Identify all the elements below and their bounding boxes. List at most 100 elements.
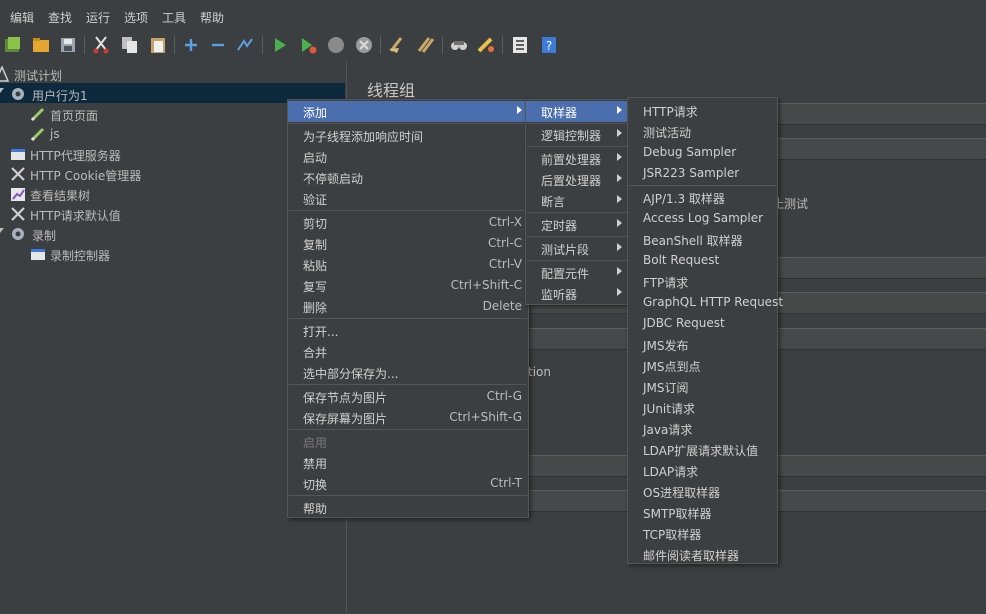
submenu-item-logic-controller[interactable]: 逻辑控制器 [526,124,628,145]
menu-item-copy[interactable]: 复制 Ctrl-C [288,233,528,254]
menu-item-add-think-times[interactable]: 为子线程添加响应时间 [288,125,528,146]
menu-item-add[interactable]: 添加 [288,101,528,122]
sampler-ldap-request[interactable]: LDAP请求 [628,460,777,481]
start-no-pause-icon[interactable] [298,35,318,55]
sampler-ajp-13[interactable]: AJP/1.3 取样器 [628,187,777,208]
menu-item-start[interactable]: 启动 [288,146,528,167]
sampler-graphql-http-request[interactable]: GraphQL HTTP Request [628,292,783,313]
sampler-java-request[interactable]: Java请求 [628,418,777,439]
menu-tools[interactable]: 工具 [162,9,186,26]
sampler-ftp-request[interactable]: FTP请求 [628,271,777,292]
menu-separator [629,185,776,186]
sampler-mail-reader[interactable]: 邮件阅读者取样器 [628,544,777,565]
tree-node-http-request-defaults[interactable]: HTTP请求默认值 [10,204,260,224]
start-icon[interactable] [270,35,290,55]
paste-icon[interactable] [148,35,168,55]
menu-item-merge[interactable]: 合并 [288,341,528,362]
cut-icon[interactable] [91,35,111,55]
sampler-debug-sampler[interactable]: Debug Sampler [628,142,777,163]
submenu-item-config-element[interactable]: 配置元件 [526,262,628,283]
menu-help[interactable]: 帮助 [200,9,224,26]
tree-node-view-results-tree[interactable]: 查看结果树 [10,184,260,204]
menu-item-save-node-as-image[interactable]: 保存节点为图片 Ctrl-G [288,386,528,407]
toggle-icon[interactable] [235,35,255,55]
submenu-arrow-icon [517,106,522,114]
toolbar-separator [174,36,175,54]
copy-icon[interactable] [120,35,140,55]
sampler-flow-control-action[interactable]: 测试活动 [628,121,777,142]
add-submenu: 取样器 逻辑控制器 前置处理器 后置处理器 断言 定时器 测试片段 配置元件 监… [525,99,629,305]
menu-item-save-selection-as[interactable]: 选中部分保存为... [288,362,528,383]
gear-icon [12,228,24,240]
tree-node-recording-controller[interactable]: 录制控制器 [30,244,230,264]
sampler-jms-publisher[interactable]: JMS发布 [628,334,777,355]
expand-arrow-icon[interactable] [0,88,4,93]
sampler-jms-point-to-point[interactable]: JMS点到点 [628,355,777,376]
sampler-bolt-request[interactable]: Bolt Request [628,250,777,271]
menu-bar: 编辑 查找 运行 选项 工具 帮助 [0,0,986,32]
menu-item-delete[interactable]: 删除 Delete [288,296,528,317]
tree-node-js[interactable]: js [30,124,230,144]
menu-search[interactable]: 查找 [48,9,72,26]
sampler-junit-request[interactable]: JUnit请求 [628,397,777,418]
sampler-beanshell[interactable]: BeanShell 取样器 [628,229,777,250]
sampler-jdbc-request[interactable]: JDBC Request [628,313,777,334]
sampler-jsr223-sampler[interactable]: JSR223 Sampler [628,163,777,184]
stop-icon[interactable] [326,35,346,55]
tree-node-user-behavior[interactable]: 用户行为1 [0,84,302,104]
submenu-item-listener[interactable]: 监听器 [526,283,628,304]
sampler-jms-subscriber[interactable]: JMS订阅 [628,376,777,397]
menu-item-disable[interactable]: 禁用 [288,452,528,473]
tree-node-http-proxy[interactable]: HTTP代理服务器 [10,144,260,164]
menu-item-validate[interactable]: 验证 [288,188,528,209]
sampler-access-log[interactable]: Access Log Sampler [628,208,777,229]
menu-item-toggle[interactable]: 切换 Ctrl-T [288,473,528,494]
submenu-item-timer[interactable]: 定时器 [526,214,628,235]
search-icon[interactable] [449,35,469,55]
tree-node-test-plan[interactable]: 测试计划 [0,64,194,84]
open-icon[interactable] [31,35,51,55]
tree-node-label: 测试计划 [14,69,63,83]
menu-item-start-no-pauses[interactable]: 不停顿启动 [288,167,528,188]
help-icon[interactable]: ? [539,35,559,55]
sampler-icon [30,127,45,142]
sampler-smtp[interactable]: SMTP取样器 [628,502,777,523]
submenu-item-test-fragment[interactable]: 测试片段 [526,238,628,259]
submenu-arrow-icon [617,174,622,182]
collapse-icon[interactable] [208,35,228,55]
sampler-tcp[interactable]: TCP取样器 [628,523,777,544]
menu-item-cut[interactable]: 剪切 Ctrl-X [288,212,528,233]
sampler-os-process[interactable]: OS进程取样器 [628,481,777,502]
expand-arrow-icon[interactable] [0,228,4,233]
tree-node-home-page[interactable]: 首页页面 [30,104,230,124]
submenu-item-post-processor[interactable]: 后置处理器 [526,169,628,190]
toolbar-separator [84,36,85,54]
clear-icon[interactable] [387,35,407,55]
tree-node-http-cookie-manager[interactable]: HTTP Cookie管理器 [10,164,260,184]
menu-item-duplicate[interactable]: 复写 Ctrl+Shift-C [288,275,528,296]
submenu-arrow-icon [617,219,622,227]
menu-item-save-screen-as-image[interactable]: 保存屏幕为图片 Ctrl+Shift-G [288,407,528,428]
clear-all-icon[interactable] [416,35,436,55]
save-icon[interactable] [58,35,78,55]
menu-separator [289,210,527,211]
sampler-http-request[interactable]: HTTP请求 [628,100,777,121]
submenu-item-assertion[interactable]: 断言 [526,190,628,211]
tree-node-recording[interactable]: 录制 [0,224,202,244]
menu-item-paste[interactable]: 粘贴 Ctrl-V [288,254,528,275]
reset-search-icon[interactable] [476,35,496,55]
menu-item-open[interactable]: 打开... [288,320,528,341]
function-helper-icon[interactable] [510,35,530,55]
shutdown-icon[interactable] [354,35,374,55]
templates-icon[interactable] [3,35,23,55]
expand-icon[interactable] [181,35,201,55]
menu-run[interactable]: 运行 [86,9,110,26]
submenu-item-pre-processor[interactable]: 前置处理器 [526,148,628,169]
menu-item-help[interactable]: 帮助 [288,497,528,518]
gear-icon [12,88,24,100]
test-plan-icon [0,66,10,82]
submenu-item-sampler[interactable]: 取样器 [526,101,628,122]
menu-edit[interactable]: 编辑 [10,9,34,26]
sampler-ldap-extended-request[interactable]: LDAP扩展请求默认值 [628,439,777,460]
menu-options[interactable]: 选项 [124,9,148,26]
